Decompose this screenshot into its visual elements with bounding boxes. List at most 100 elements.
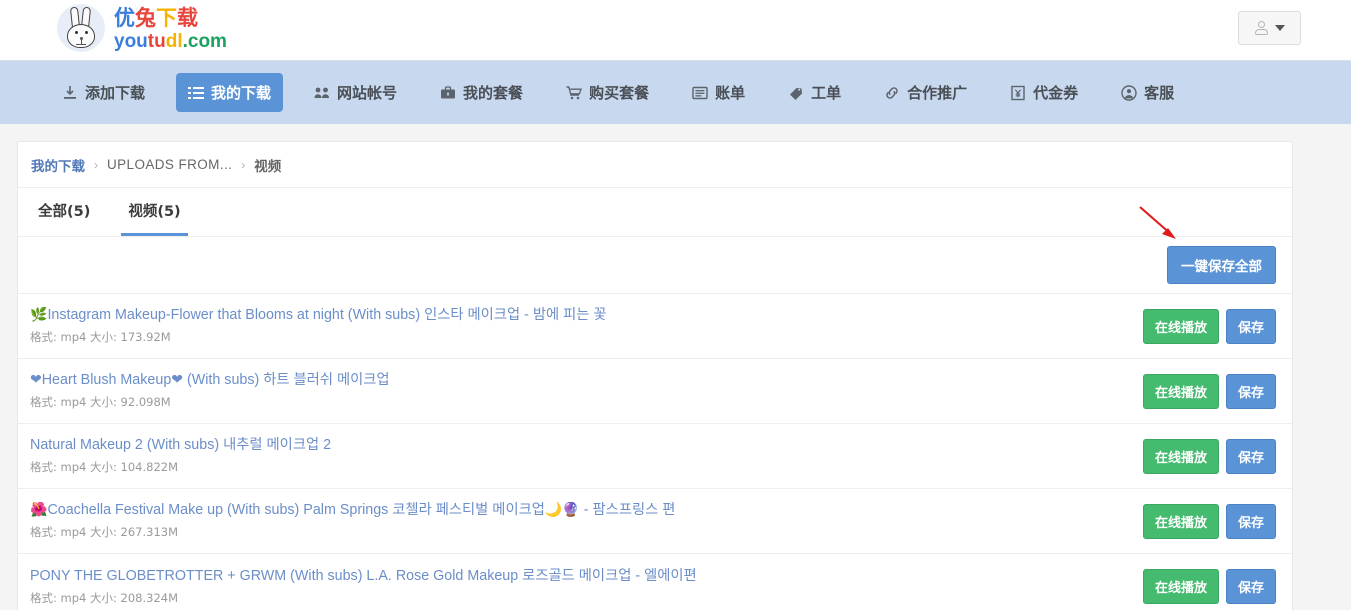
item-title-text: PONY THE GLOBETROTTER + GRWM (With subs)…	[30, 567, 697, 584]
item-actions: 在线播放 保存	[1142, 308, 1292, 344]
save-button[interactable]: 保存	[1225, 503, 1276, 539]
item-meta: 格式: mp4 大小: 92.098M	[30, 395, 171, 409]
user-menu-button[interactable]	[1238, 11, 1301, 45]
download-item-row: ❤Heart Blush Makeup❤ (With subs) 하트 블러쉬 …	[18, 359, 1292, 424]
item-title-link[interactable]: PONY THE GLOBETROTTER + GRWM (With subs)…	[30, 568, 1143, 585]
download-item-info: 🌺Coachella Festival Make up (With subs) …	[18, 502, 1143, 540]
item-actions: 在线播放 保存	[1142, 373, 1292, 409]
list-toolbar: 一键保存全部	[18, 237, 1292, 294]
play-online-button[interactable]: 在线播放	[1142, 308, 1219, 344]
nav-item-1[interactable]: 添加下载	[50, 73, 157, 112]
download-item-row: 🌿Instagram Makeup-Flower that Blooms at …	[18, 294, 1292, 359]
item-actions: 在线播放 保存	[1142, 503, 1292, 539]
item-meta: 格式: mp4 大小: 173.92M	[30, 330, 171, 344]
play-online-button[interactable]: 在线播放	[1142, 569, 1219, 604]
download-item-info: ❤Heart Blush Makeup❤ (With subs) 하트 블러쉬 …	[18, 372, 1143, 410]
download-item-row: PONY THE GLOBETROTTER + GRWM (With subs)…	[18, 554, 1292, 610]
logo-chinese-text: 优兔下载	[114, 5, 198, 30]
users-icon	[314, 85, 330, 101]
nav-item-label: 工单	[811, 84, 842, 102]
nav-item-label: 代金券	[1033, 84, 1079, 102]
nav-item-9[interactable]: 代金券	[998, 73, 1090, 112]
title-emoji: ❤	[171, 372, 183, 388]
save-button[interactable]: 保存	[1225, 438, 1276, 474]
download-list: 🌿Instagram Makeup-Flower that Blooms at …	[18, 294, 1292, 610]
item-title-text: Natural Makeup 2 (With subs) 내추럴 메이크업 2	[30, 437, 332, 453]
breadcrumb-separator: ›	[241, 157, 246, 172]
nav-item-label: 我的下载	[211, 84, 272, 102]
download-item-row: Natural Makeup 2 (With subs) 내추럴 메이크업 2 格…	[18, 424, 1292, 489]
play-online-button[interactable]: 在线播放	[1142, 438, 1219, 474]
voucher-icon	[1010, 85, 1026, 101]
title-emoji: 🌿	[30, 307, 48, 323]
item-title-text-2: (With subs) 하트 블러쉬 메이크업	[186, 372, 390, 388]
item-title-link[interactable]: Natural Makeup 2 (With subs) 내추럴 메이크업 2	[30, 437, 1143, 454]
breadcrumb-root[interactable]: 我的下载	[31, 155, 85, 175]
save-button[interactable]: 保存	[1225, 308, 1276, 344]
item-title-link[interactable]: 🌿Instagram Makeup-Flower that Blooms at …	[30, 307, 1143, 324]
logo-domain-text: youtudl.com	[114, 30, 227, 52]
link-icon	[884, 85, 900, 101]
play-online-button[interactable]: 在线播放	[1142, 503, 1219, 539]
breadcrumb-current: 视频	[254, 158, 282, 175]
site-header: 优兔下载 youtudl.com	[0, 0, 1351, 61]
site-logo[interactable]: 优兔下载 youtudl.com	[57, 4, 227, 52]
support-icon	[1121, 84, 1137, 101]
download-item-row: 🌺Coachella Festival Make up (With subs) …	[18, 489, 1292, 554]
save-all-button[interactable]: 一键保存全部	[1167, 246, 1276, 284]
title-emoji: 🌙🔮	[544, 502, 580, 518]
nav-item-10[interactable]: 客服	[1109, 73, 1186, 112]
filter-tabs: 全部(5) 视频(5)	[18, 188, 1292, 237]
nav-item-7[interactable]: 工单	[776, 73, 853, 112]
breadcrumb: 我的下载 › UPLOADS FROM... › 视频	[18, 142, 1292, 188]
list-icon	[188, 85, 205, 101]
rabbit-icon	[57, 4, 105, 52]
item-meta: 格式: mp4 大小: 104.822M	[30, 460, 179, 474]
chevron-down-icon	[1275, 25, 1285, 31]
user-icon	[1254, 20, 1268, 36]
item-actions: 在线播放 保存	[1142, 438, 1292, 474]
nav-item-6[interactable]: 账单	[680, 73, 757, 112]
title-emoji: 🌺	[30, 502, 48, 518]
tab-1[interactable]: 全部(5)	[31, 200, 97, 236]
item-meta: 格式: mp4 大小: 267.313M	[30, 525, 179, 539]
item-title-text: Instagram Makeup-Flower that Blooms at n…	[47, 307, 607, 323]
cart-icon	[566, 85, 582, 101]
content-card: 我的下载 › UPLOADS FROM... › 视频 全部(5) 视频(5) 一…	[17, 141, 1293, 610]
main-navigation: 添加下载 我的下载 网站帐号 我的套餐 购买套餐 账单 工单 合作推广 代金券 客服	[0, 61, 1351, 124]
tab-2[interactable]: 视频(5)	[121, 200, 188, 236]
nav-item-label: 购买套餐	[589, 84, 650, 102]
item-title-link[interactable]: 🌺Coachella Festival Make up (With subs) …	[30, 502, 1143, 519]
breadcrumb-separator: ›	[94, 157, 98, 172]
item-title-text: Coachella Festival Make up (With subs) P…	[47, 502, 545, 518]
save-button[interactable]: 保存	[1225, 569, 1276, 604]
nav-item-label: 网站帐号	[337, 84, 398, 102]
nav-item-2[interactable]: 我的下载	[176, 73, 284, 112]
title-emoji: ❤	[30, 372, 42, 388]
receipt-icon	[692, 85, 708, 101]
item-meta: 格式: mp4 大小: 208.324M	[30, 590, 179, 605]
nav-item-3[interactable]: 网站帐号	[302, 73, 409, 112]
download-item-info: 🌿Instagram Makeup-Flower that Blooms at …	[18, 307, 1143, 345]
nav-item-label: 添加下载	[85, 84, 146, 102]
nav-item-5[interactable]: 购买套餐	[554, 73, 661, 112]
nav-item-4[interactable]: 我的套餐	[428, 73, 535, 112]
item-title-text-2: - 팜스프링스 편	[583, 502, 676, 518]
download-item-info: PONY THE GLOBETROTTER + GRWM (With subs)…	[18, 568, 1143, 606]
item-title-link[interactable]: ❤Heart Blush Makeup❤ (With subs) 하트 블러쉬 …	[30, 372, 1143, 389]
save-button[interactable]: 保存	[1225, 373, 1276, 409]
briefcase-icon	[440, 85, 456, 101]
logo-wordmark: 优兔下载 youtudl.com	[114, 6, 227, 51]
nav-item-label: 账单	[715, 84, 746, 102]
nav-item-8[interactable]: 合作推广	[872, 73, 979, 112]
download-item-info: Natural Makeup 2 (With subs) 내추럴 메이크업 2 格…	[18, 437, 1143, 475]
breadcrumb-middle[interactable]: UPLOADS FROM...	[107, 157, 232, 172]
item-title-text: Heart Blush Makeup	[41, 372, 172, 388]
tag-icon	[788, 85, 804, 101]
page-body: 我的下载 › UPLOADS FROM... › 视频 全部(5) 视频(5) 一…	[0, 124, 1351, 610]
nav-item-label: 我的套餐	[463, 84, 524, 102]
nav-item-label: 合作推广	[907, 84, 968, 102]
nav-item-label: 客服	[1144, 84, 1175, 102]
play-online-button[interactable]: 在线播放	[1142, 373, 1219, 409]
download-icon	[62, 85, 78, 101]
